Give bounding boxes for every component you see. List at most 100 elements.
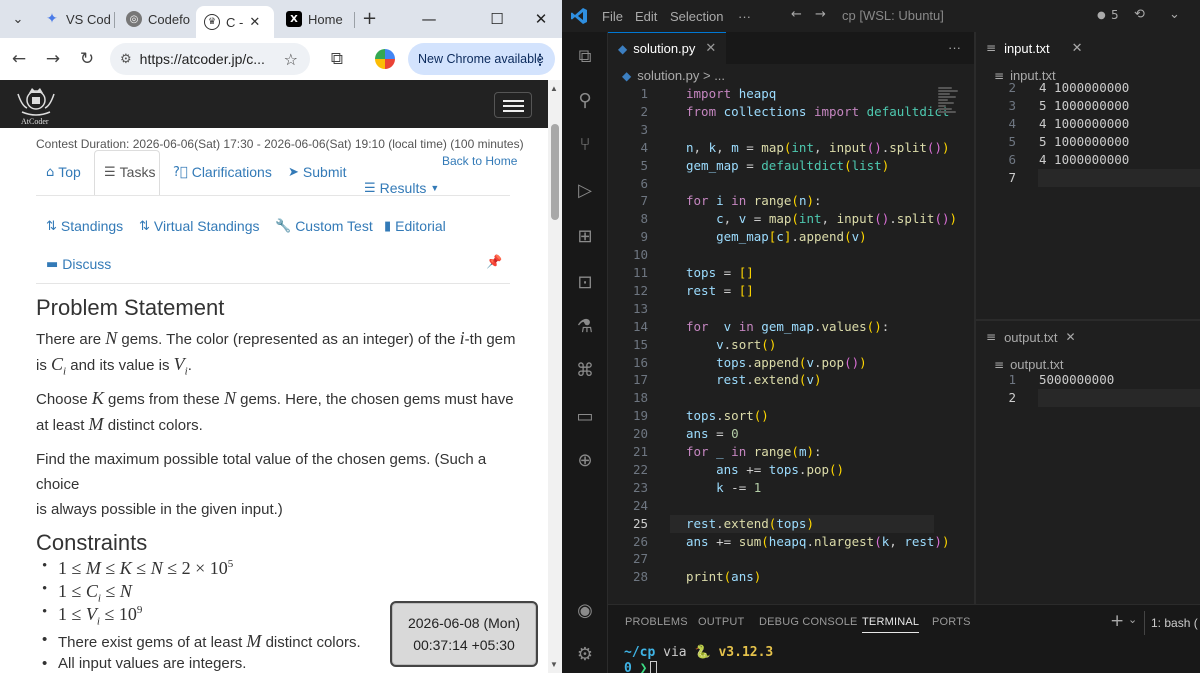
profile-avatar-icon[interactable]: [372, 46, 398, 72]
menu-file[interactable]: File: [602, 9, 623, 24]
text-line: 5000000000: [1039, 372, 1115, 387]
nav-custom-test[interactable]: 🔧 Custom Test: [275, 218, 373, 234]
close-window-icon[interactable]: ✕: [526, 6, 556, 32]
minimize-icon[interactable]: —: [414, 6, 444, 32]
atcoder-icon: ♛: [204, 14, 220, 30]
nav-discuss[interactable]: ▬ Discuss: [46, 256, 111, 272]
nav-back-icon[interactable]: ←: [791, 7, 802, 22]
panel-tab-problems[interactable]: PROBLEMS: [625, 616, 688, 628]
back-to-home-link[interactable]: Back to Home: [442, 154, 517, 168]
chevron-down-icon[interactable]: ⌄: [1128, 613, 1137, 626]
editor-tab-output[interactable]: ≡ output.txt ✕: [976, 321, 1086, 353]
nav-submit[interactable]: ➤ Submit: [288, 164, 346, 180]
back-arrow-icon[interactable]: ←: [6, 46, 32, 72]
browser-tab-x[interactable]: X Home: [278, 6, 352, 32]
chevron-down-icon[interactable]: ⌄: [1169, 7, 1180, 22]
chrome-window: ⌄ ✦ VS Cod ◎ Codefo ♛ C - ✕ X Home + — ☐…: [0, 0, 562, 673]
remote-explorer-icon[interactable]: ⊡: [573, 270, 597, 294]
reload-icon[interactable]: ↻: [74, 46, 100, 72]
tab-strip: ⌄ ✦ VS Cod ◎ Codefo ♛ C - ✕ X Home + — ☐…: [0, 0, 562, 38]
nav-tasks[interactable]: ☰ Tasks: [104, 164, 155, 180]
constraint-3: 1 ≤ Vi ≤ 109: [42, 604, 142, 628]
nav-forward-icon[interactable]: →: [815, 7, 826, 22]
current-line-highlight: [1038, 168, 1200, 187]
line-number: 2: [1008, 80, 1016, 95]
output-breadcrumb[interactable]: ≡ output.txt: [994, 357, 1064, 372]
line-number: 22: [632, 461, 648, 477]
output-tab-label: output.txt: [1004, 329, 1058, 345]
python-icon[interactable]: ⌘: [573, 358, 597, 382]
line-number: 4: [1008, 115, 1016, 131]
minimap[interactable]: [938, 86, 960, 126]
new-terminal-plus-icon[interactable]: +: [1110, 611, 1124, 631]
nav-top[interactable]: ⌂ Top: [46, 164, 81, 180]
editor-tab-input[interactable]: ≡ input.txt ✕: [976, 32, 1093, 64]
nav-clarifications[interactable]: ?⃝ Clarifications: [173, 164, 272, 180]
command-center[interactable]: cp [WSL: Ubuntu]: [842, 8, 944, 23]
close-tab-icon[interactable]: ✕: [1072, 41, 1083, 56]
hamburger-menu-icon[interactable]: [494, 92, 532, 118]
nav-results[interactable]: ☰ Results ▼: [364, 180, 439, 196]
sort-icon: ⇅: [46, 218, 57, 234]
git-graph-icon[interactable]: ⊕: [573, 448, 597, 472]
clock-time: 00:37:14 +05:30: [413, 637, 515, 653]
browser-tab-codeforces[interactable]: ◎ Codefo: [118, 6, 192, 32]
folder-icon[interactable]: ▭: [573, 404, 597, 428]
terminal-prompt[interactable]: ~/cp via 🐍 v3.12.3: [624, 645, 773, 660]
panel-tab-ports[interactable]: PORTS: [932, 616, 971, 628]
browser-tab-atcoder[interactable]: ♛ C - ✕: [196, 6, 274, 38]
maximize-icon[interactable]: ☐: [482, 6, 512, 32]
run-debug-icon[interactable]: ▷: [573, 178, 597, 202]
breadcrumb[interactable]: ◆ solution.py > ...: [622, 68, 725, 83]
explorer-files-icon[interactable]: ⧉: [573, 44, 597, 68]
input-tab-label: input.txt: [1004, 40, 1050, 56]
command-center-label: cp [WSL: Ubuntu]: [842, 8, 944, 23]
menu-kebab-icon[interactable]: ⋮: [533, 51, 547, 68]
scrollbar-thumb[interactable]: [551, 124, 559, 220]
panel-tab-debug-console[interactable]: DEBUG CONSOLE: [759, 616, 858, 628]
testing-flask-icon[interactable]: ⚗: [573, 314, 597, 338]
nav-virtual-standings[interactable]: ⇅ Virtual Standings: [139, 218, 260, 234]
editor-group-solution: ◆ solution.py ✕ ··· ◆ solution.py > ... 1…: [608, 32, 974, 604]
settings-gear-icon[interactable]: ⚙: [573, 642, 597, 666]
accounts-icon[interactable]: ◉: [573, 598, 597, 622]
panel-tab-terminal[interactable]: TERMINAL: [862, 616, 920, 633]
bookmark-star-icon[interactable]: ☆: [284, 50, 298, 69]
output-breadcrumb-label: output.txt: [1010, 357, 1064, 372]
menu-selection[interactable]: Selection: [670, 9, 723, 24]
menu-more[interactable]: ···: [738, 9, 751, 24]
nav-standings[interactable]: ⇅ Standings: [46, 218, 123, 234]
terminal-input-line[interactable]: 0 ❯: [624, 661, 658, 673]
address-bar[interactable]: ⚙ https://atcoder.jp/c... ☆: [110, 43, 310, 75]
forward-arrow-icon[interactable]: →: [40, 46, 66, 72]
page-scrollbar[interactable]: ▲ ▼: [548, 80, 562, 673]
tab-title: Home: [308, 11, 343, 27]
editor-tab-solution[interactable]: ◆ solution.py ✕: [608, 32, 727, 64]
extensions-puzzle-icon[interactable]: ⧉: [324, 46, 350, 72]
notification-count[interactable]: 5: [1111, 8, 1119, 22]
site-info-icon[interactable]: ⚙: [120, 52, 132, 67]
constraint-4: There exist gems of at least M distinct …: [42, 631, 361, 652]
close-tab-icon[interactable]: ✕: [1066, 330, 1076, 344]
source-control-icon[interactable]: ⑂: [573, 132, 597, 156]
pin-icon[interactable]: 📌: [486, 255, 502, 270]
close-tab-icon[interactable]: ✕: [705, 41, 716, 56]
copilot-status-icon[interactable]: ●: [1097, 10, 1106, 21]
new-tab-button[interactable]: +: [362, 8, 377, 29]
scroll-up-icon[interactable]: ▲: [550, 84, 558, 93]
panel-tab-output[interactable]: OUTPUT: [698, 616, 744, 628]
atcoder-logo[interactable]: AtCoder: [12, 84, 60, 126]
constraint-1: 1 ≤ M ≤ K ≤ N ≤ 2 × 105: [42, 558, 233, 579]
menu-edit[interactable]: Edit: [635, 9, 657, 24]
browser-tab-vscode[interactable]: ✦ VS Cod: [36, 6, 110, 32]
close-tab-icon[interactable]: ✕: [249, 15, 260, 30]
extensions-icon[interactable]: ⊞: [573, 224, 597, 248]
new-chrome-available-button[interactable]: New Chrome available ⋮: [408, 43, 555, 75]
tab-search-dropdown-icon[interactable]: ⌄: [6, 8, 30, 30]
search-icon[interactable]: ⚲: [573, 88, 597, 112]
terminal-selector[interactable]: 1: bash (: [1144, 611, 1200, 635]
copilot-icon[interactable]: ⟲: [1134, 7, 1145, 22]
more-actions-icon[interactable]: ···: [948, 40, 961, 55]
scroll-down-icon[interactable]: ▼: [550, 660, 558, 669]
nav-editorial[interactable]: ▮ Editorial: [384, 218, 446, 234]
